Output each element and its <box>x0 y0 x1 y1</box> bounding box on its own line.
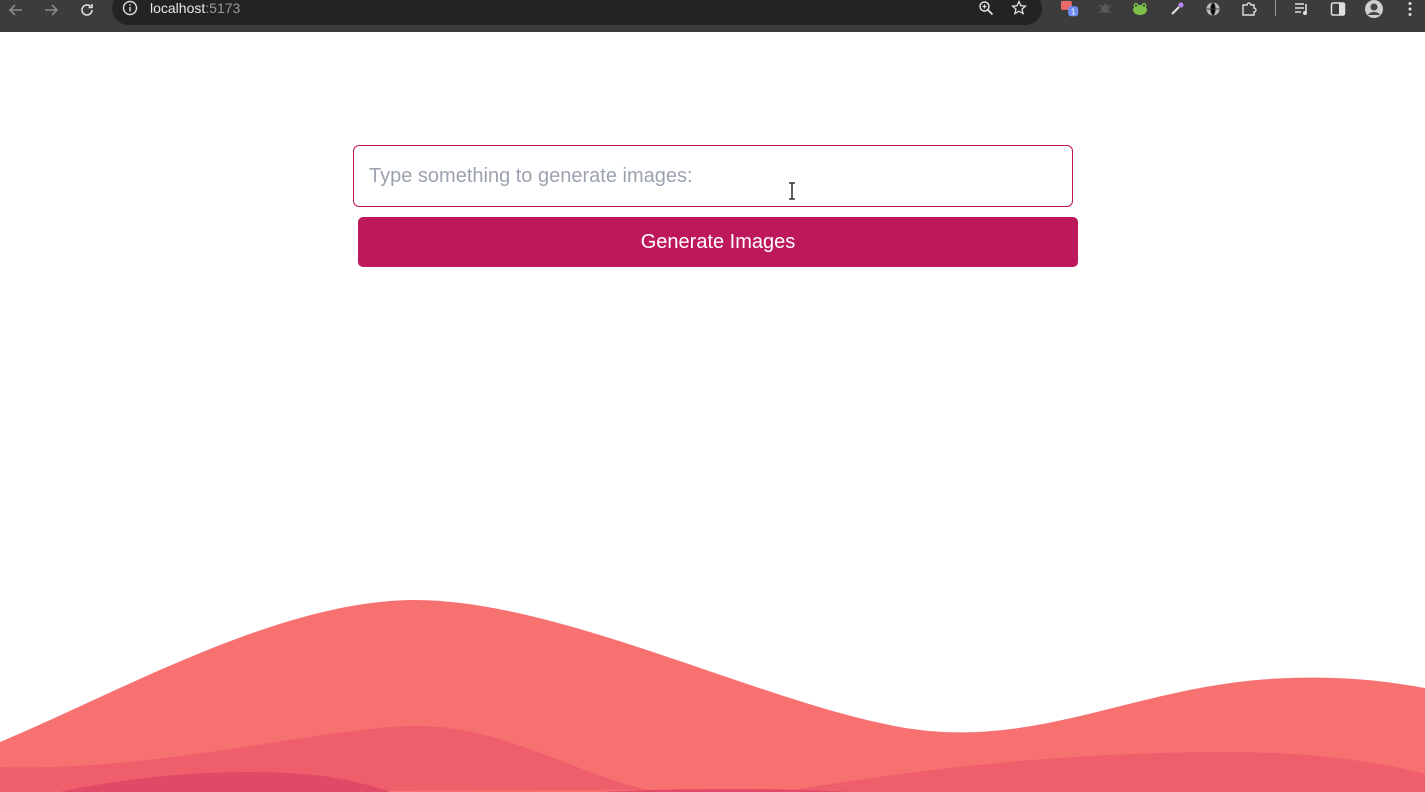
generate-images-button[interactable]: Generate Images <box>358 217 1078 267</box>
eyedropper-icon[interactable] <box>1167 0 1187 18</box>
reload-icon[interactable] <box>76 0 98 20</box>
back-arrow-icon[interactable] <box>5 0 27 20</box>
url-port: :5173 <box>205 0 241 16</box>
zoom-icon[interactable] <box>976 0 996 18</box>
url-text[interactable]: localhost:5173 <box>150 0 240 17</box>
toolbar-divider <box>1275 0 1276 16</box>
forward-arrow-icon[interactable] <box>40 0 62 20</box>
prompt-input[interactable] <box>353 145 1073 207</box>
bug-extension-icon[interactable] <box>1095 0 1115 18</box>
info-icon[interactable] <box>120 0 140 18</box>
star-icon[interactable] <box>1009 0 1029 18</box>
puzzle-icon[interactable] <box>1239 0 1259 18</box>
browser-toolbar: localhost:5173 1 <box>0 0 1425 32</box>
kebab-menu-icon[interactable] <box>1400 0 1420 18</box>
url-host: localhost <box>150 0 206 16</box>
text-cursor-icon <box>789 182 795 200</box>
pocket-extension-icon[interactable]: 1 <box>1060 0 1080 18</box>
globe-extension-icon[interactable] <box>1203 0 1223 18</box>
media-controls-icon[interactable] <box>1292 0 1312 18</box>
address-bar[interactable]: localhost:5173 <box>112 0 1042 25</box>
side-panel-icon[interactable] <box>1328 0 1348 18</box>
decorative-waves <box>0 600 1425 792</box>
extension-badge: 1 <box>1071 7 1076 16</box>
frog-extension-icon[interactable] <box>1130 0 1150 18</box>
page-content: Generate Images <box>0 32 1425 792</box>
profile-avatar-icon[interactable] <box>1364 0 1384 18</box>
